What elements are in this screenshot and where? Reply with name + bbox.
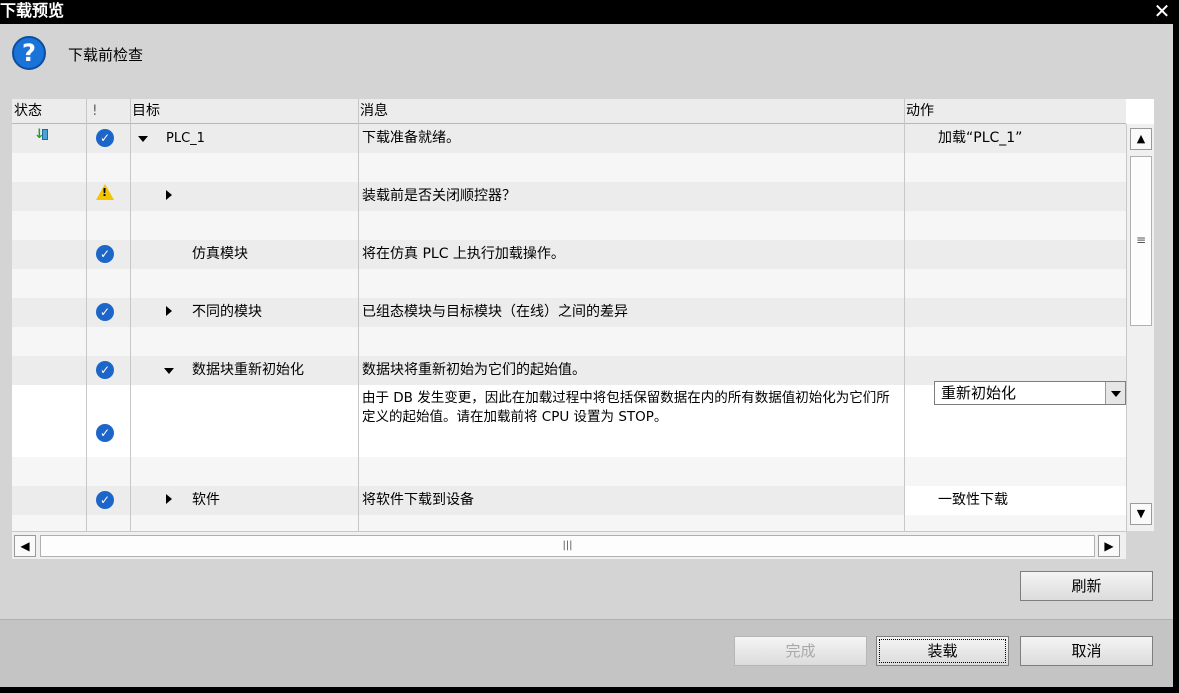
column-divider [130,99,131,531]
expander-collapsed-icon[interactable] [166,486,172,515]
expander-expanded-icon[interactable] [138,124,148,153]
expander-collapsed-icon[interactable] [166,182,172,211]
row-message: 将软件下载到设备 [362,492,474,508]
check-warning-icon: ✓ [96,124,114,153]
close-icon[interactable]: ✕ [1151,0,1173,22]
scroll-right-button[interactable]: ▶ [1098,535,1120,557]
row-spacer [12,515,1126,531]
reinitialize-select[interactable]: 重新初始化 [934,381,1126,405]
row-message: 下载准备就绪。 [362,130,460,146]
row-target: 软件 [192,492,220,508]
table-row[interactable]: ↓ ✓ PLC_1 下载准备就绪。 加载“PLC_1” [12,124,1126,153]
title-bar: 下载预览 ✕ [0,0,1179,24]
row-spacer [12,457,1126,486]
finish-button[interactable]: 完成 [734,636,867,666]
scroll-down-button[interactable]: ▼ [1130,503,1152,525]
check-icon: ✓ [96,356,114,385]
expander-collapsed-icon[interactable] [166,298,172,327]
load-button[interactable]: 装载 [876,636,1009,666]
row-message: 将在仿真 PLC 上执行加载操作。 [362,246,565,262]
table-row[interactable]: ✓ 软件 将软件下载到设备 一致性下载 [12,486,1126,515]
row-message: 数据块将重新初始为它们的起始值。 [362,362,586,378]
column-header-action[interactable]: 动作 [904,99,1126,124]
check-icon: ✓ [96,419,114,448]
vertical-scroll-thumb[interactable]: ≡ [1130,156,1152,326]
column-header-target[interactable]: 目标 [130,99,358,124]
refresh-button[interactable]: 刷新 [1020,571,1153,601]
download-preview-dialog: ? 下载前检查 状态 ! 目标 消息 动作 ↓ ✓ PLC_1 下载准备就绪。 … [0,24,1173,687]
footer: 完成 装载 取消 [0,619,1173,687]
download-device-icon: ↓ [34,124,50,153]
column-divider [86,99,87,531]
row-message: 由于 DB 发生变更，因此在加载过程中将包括保留数据在内的所有数据值初始化为它们… [362,390,890,425]
select-value: 重新初始化 [941,384,1017,402]
row-spacer [12,153,1126,182]
chevron-down-icon[interactable] [1105,382,1125,404]
horizontal-scroll-thumb[interactable]: ||| [40,535,1095,557]
row-action: 加载“PLC_1” [938,130,1023,146]
row-target: PLC_1 [166,131,205,146]
window-title: 下载预览 [0,1,65,20]
header-label: 下载前检查 [68,46,144,64]
row-target: 仿真模块 [192,246,248,262]
warning-icon: ! [96,182,114,211]
row-target: 不同的模块 [192,304,262,320]
table-row[interactable]: ! 装载前是否关闭顺控器？ [12,182,1126,211]
expander-expanded-icon[interactable] [164,356,174,385]
check-icon: ✓ [96,298,114,327]
row-target: 数据块重新初始化 [192,362,304,378]
window-frame-right [1173,24,1179,693]
check-grid: 状态 ! 目标 消息 动作 ↓ ✓ PLC_1 下载准备就绪。 加载“PLC_1… [12,99,1154,531]
column-divider [358,99,359,531]
table-row[interactable]: ✓ 不同的模块 已组态模块与目标模块（在线）之间的差异 [12,298,1126,327]
window-frame-bottom [0,687,1179,693]
grip-icon: ≡ [1135,233,1147,247]
column-header-status[interactable]: 状态 [12,99,86,124]
scroll-left-button[interactable]: ◀ [14,535,36,557]
row-action[interactable]: 一致性下载 [904,486,1126,515]
horizontal-scrollbar[interactable]: ◀ ||| ▶ [12,531,1126,559]
question-icon: ? [12,36,46,70]
row-spacer [12,269,1126,298]
row-spacer [12,327,1126,356]
row-message: 装载前是否关闭顺控器？ [362,188,516,204]
scroll-up-button[interactable]: ▲ [1130,128,1152,150]
row-message: 已组态模块与目标模块（在线）之间的差异 [362,304,628,320]
table-row[interactable]: ✓ 仿真模块 将在仿真 PLC 上执行加载操作。 [12,240,1126,269]
vertical-scrollbar[interactable]: ▲ ≡ ▼ [1126,124,1154,531]
cancel-button[interactable]: 取消 [1020,636,1153,666]
column-divider [904,99,905,531]
check-icon: ✓ [96,240,114,269]
column-header-flag[interactable]: ! [86,99,130,124]
column-header-message[interactable]: 消息 [358,99,904,124]
row-spacer [12,211,1126,240]
check-icon: ✓ [96,486,114,515]
